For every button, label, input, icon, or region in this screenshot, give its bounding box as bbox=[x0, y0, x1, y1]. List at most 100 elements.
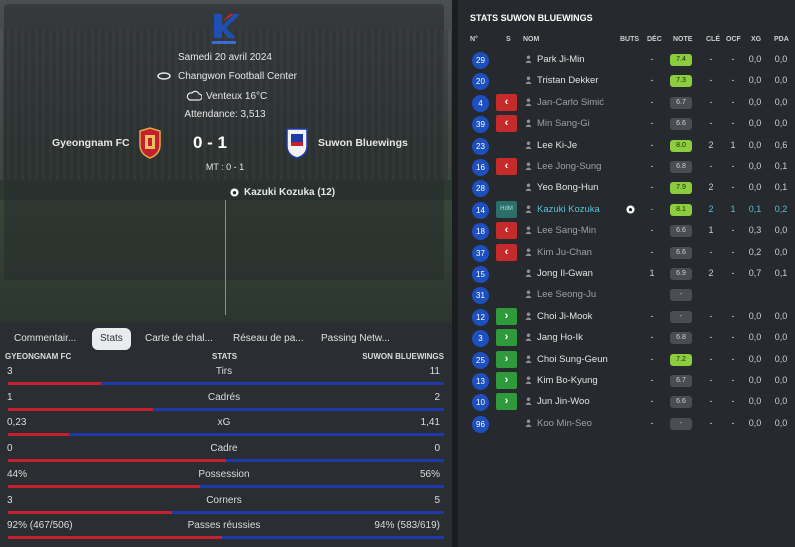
player-name[interactable]: Tristan Dekker bbox=[537, 75, 598, 86]
xg: 0,0 bbox=[748, 353, 762, 364]
goal-scorer: Kazuki Kozuka (12) bbox=[244, 187, 336, 198]
col-ocf[interactable]: OCF bbox=[726, 36, 741, 43]
shirt-number: 15 bbox=[472, 266, 489, 283]
stat-bar bbox=[8, 407, 444, 411]
shirt-number: 39 bbox=[472, 116, 489, 134]
shirt-number: 28 bbox=[472, 180, 489, 198]
player-name[interactable]: Lee Ki-Je bbox=[537, 140, 577, 151]
player-row[interactable]: 37 ‹ Kim Ju-Chan - 6.6 - - 0,2 0,0 bbox=[458, 243, 795, 264]
player-row[interactable]: 31 Lee Seong-Ju - bbox=[458, 285, 795, 306]
player-row[interactable]: 29 Park Ji-Min - 7.4 - - 0,0 0,0 bbox=[458, 50, 795, 71]
player-name[interactable]: Jan-Carlo Simić bbox=[537, 97, 604, 108]
player-row[interactable]: 20 Tristan Dekker - 7.3 - - 0,0 0,0 bbox=[458, 71, 795, 92]
col-key-passes[interactable]: CLÉ bbox=[706, 36, 720, 43]
match-summary-panel: Samedi 20 avril 2024 Changwon Football C… bbox=[0, 0, 452, 547]
stat-home-value: 44% bbox=[7, 468, 28, 480]
shirt-number: 3 bbox=[472, 330, 489, 348]
player-name[interactable]: Yeo Bong-Hun bbox=[537, 182, 598, 193]
player-row[interactable]: 28 Yeo Bong-Hun - 7.9 2 - 0,0 0,1 bbox=[458, 178, 795, 199]
player-name[interactable]: Koo Min-Seo bbox=[537, 418, 592, 429]
player-name[interactable]: Jun Jin-Woo bbox=[537, 396, 590, 407]
player-row[interactable]: 96 Koo Min-Seo - - - - 0,0 0,0 bbox=[458, 414, 795, 435]
col-rating[interactable]: NOTE bbox=[673, 36, 692, 43]
col-sub[interactable]: S bbox=[506, 36, 511, 43]
shirt-number: 13 bbox=[472, 373, 489, 390]
player-row[interactable]: 3 › Jang Ho-Ik - 6.8 - - 0,0 0,0 bbox=[458, 328, 795, 349]
player-icon bbox=[525, 290, 532, 299]
player-of-match-badge: HdM bbox=[496, 200, 517, 218]
rating-badge: 6.6 bbox=[670, 118, 692, 131]
col-number[interactable]: N° bbox=[470, 36, 478, 43]
player-name[interactable]: Lee Sang-Min bbox=[537, 225, 596, 236]
player-row[interactable]: 14 HdM Kazuki Kozuka - 8.1 2 1 0,1 0,2 bbox=[458, 200, 795, 221]
player-row[interactable]: 39 ‹ Min Sang-Gi - 6.6 - - 0,0 0,0 bbox=[458, 114, 795, 135]
ocf: - bbox=[731, 225, 735, 236]
player-name[interactable]: Kazuki Kozuka bbox=[537, 204, 600, 215]
rating-badge: 6.7 bbox=[670, 375, 692, 387]
player-icon bbox=[525, 205, 532, 213]
player-row[interactable]: 15 Jong Il-Gwan 1 6.9 2 - 0,7 0,1 bbox=[458, 264, 795, 285]
xg: 0,0 bbox=[748, 332, 762, 343]
shirt-number: 14 bbox=[472, 201, 489, 219]
tab-commentary[interactable]: Commentair... bbox=[6, 328, 84, 350]
player-row[interactable]: 18 ‹ Lee Sang-Min - 6.6 1 - 0,3 0,0 bbox=[458, 221, 795, 242]
tab-pass-network[interactable]: Réseau de pa... bbox=[225, 328, 312, 350]
sub-on-icon: › bbox=[496, 393, 517, 411]
key-passes: - bbox=[709, 332, 713, 343]
player-name[interactable]: Jang Ho-Ik bbox=[537, 332, 583, 343]
shirt-number: 37 bbox=[472, 244, 489, 262]
rating-badge: - bbox=[670, 310, 692, 323]
decisive: - bbox=[650, 96, 654, 107]
decisive: - bbox=[650, 353, 654, 364]
col-goals[interactable]: BUTS bbox=[620, 36, 639, 43]
player-name[interactable]: Jong Il-Gwan bbox=[537, 268, 593, 279]
col-xg[interactable]: XG bbox=[751, 36, 761, 43]
player-row[interactable]: 25 › Choi Sung-Geun - 7.2 - - 0,0 0,0 bbox=[458, 350, 795, 371]
k-league-logo bbox=[212, 14, 240, 44]
player-row[interactable]: 4 ‹ Jan-Carlo Simić - 6.7 - - 0,0 0,0 bbox=[458, 93, 795, 114]
tab-heat-map[interactable]: Carte de chal... bbox=[137, 328, 221, 350]
rating-badge: 6.8 bbox=[670, 161, 692, 173]
col-name[interactable]: NOM bbox=[523, 36, 539, 43]
player-name[interactable]: Kim Ju-Chan bbox=[537, 247, 592, 258]
decisive: - bbox=[650, 417, 654, 428]
ocf: - bbox=[731, 310, 735, 321]
match-header: Samedi 20 avril 2024 Changwon Football C… bbox=[0, 0, 452, 322]
player-row[interactable]: 10 › Jun Jin-Woo - 6.6 - - 0,0 0,0 bbox=[458, 392, 795, 413]
col-decisive[interactable]: DÉC bbox=[647, 36, 662, 43]
player-stats-panel: STATS SUWON BLUEWINGS N° S NOM BUTS DÉC … bbox=[458, 0, 795, 547]
key-passes: - bbox=[709, 96, 713, 107]
stats-header-home: GYEONGNAM FC bbox=[5, 352, 72, 361]
stat-bar-home-fill bbox=[8, 382, 102, 385]
decisive: - bbox=[650, 246, 654, 257]
away-team-name: Suwon Bluewings bbox=[318, 137, 408, 149]
pda: 0,0 bbox=[774, 417, 788, 428]
decisive: - bbox=[650, 310, 654, 321]
tab-stats[interactable]: Stats bbox=[92, 328, 131, 350]
stat-bar-home-fill bbox=[8, 433, 70, 437]
shirt-number: 16 bbox=[472, 159, 489, 176]
halftime-score: MT : 0 - 1 bbox=[205, 162, 245, 172]
stat-label: Tirs bbox=[215, 366, 233, 377]
ocf: - bbox=[731, 246, 735, 257]
player-row[interactable]: 16 ‹ Lee Jong-Sung - 6.8 - - 0,0 0,1 bbox=[458, 157, 795, 178]
key-passes: 2 bbox=[708, 182, 714, 193]
player-name[interactable]: Lee Jong-Sung bbox=[537, 161, 601, 172]
player-name[interactable]: Choi Sung-Geun bbox=[537, 354, 608, 365]
player-name[interactable]: Choi Ji-Mook bbox=[537, 311, 592, 322]
home-team-name: Gyeongnam FC bbox=[52, 137, 130, 149]
tab-passing-network[interactable]: Passing Netw... bbox=[313, 328, 398, 350]
player-name[interactable]: Park Ji-Min bbox=[537, 54, 585, 65]
player-icon bbox=[525, 55, 532, 63]
player-icon bbox=[525, 162, 532, 170]
player-row[interactable]: 13 › Kim Bo-Kyung - 6.7 - - 0,0 0,0 bbox=[458, 371, 795, 392]
player-name[interactable]: Kim Bo-Kyung bbox=[537, 375, 598, 386]
player-name[interactable]: Min Sang-Gi bbox=[537, 118, 590, 129]
player-name[interactable]: Lee Seong-Ju bbox=[537, 289, 596, 300]
player-row[interactable]: 23 Lee Ki-Je - 8.0 2 1 0,0 0,6 bbox=[458, 136, 795, 157]
player-row[interactable]: 12 › Choi Ji-Mook - - - - 0,0 0,0 bbox=[458, 307, 795, 328]
sub-on-icon: › bbox=[496, 329, 517, 347]
pda: 0,0 bbox=[774, 246, 788, 257]
pda: 0,1 bbox=[774, 268, 788, 278]
col-pda[interactable]: PDA bbox=[774, 36, 789, 43]
